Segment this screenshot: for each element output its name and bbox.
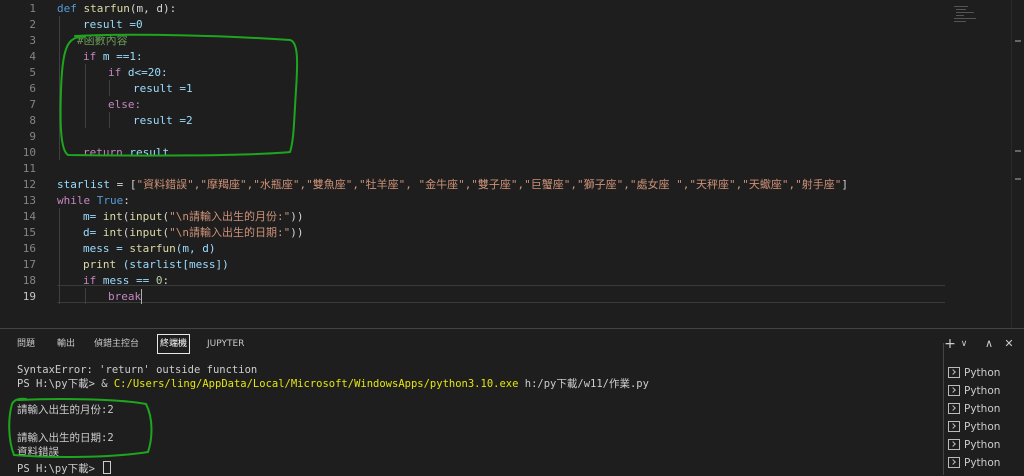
code-line-19: break <box>108 290 142 303</box>
bottom-panel: 問題 輸出 偵錯主控台 終端機 JUPYTER + ∨ ∧ ✕ SyntaxEr… <box>0 328 1024 475</box>
terminal-line: SyntaxError: 'return' outside function <box>17 364 258 376</box>
terminal-cursor <box>103 461 112 474</box>
scrollbar-marker <box>1015 150 1021 152</box>
terminal-instance[interactable]: Python <box>948 383 1000 399</box>
minimap-line <box>956 15 964 16</box>
code-area[interactable]: def starfun(m, d): result =0 #函數內容 if m … <box>57 0 944 328</box>
code-line-12: starlist = ["資料錯誤","摩羯座","水瓶座","雙魚座","牡羊… <box>57 178 849 191</box>
terminal-instance[interactable]: Python <box>948 401 1000 417</box>
minimap-line <box>954 6 968 7</box>
tab-terminal[interactable]: 終端機 <box>157 334 191 354</box>
minimap-line <box>954 18 976 19</box>
code-line-6: result =1 <box>133 82 193 95</box>
terminal-instance[interactable]: Python <box>948 365 1000 381</box>
terminal-instance[interactable]: Python <box>948 455 1000 471</box>
line-number-active: 19 <box>22 290 36 303</box>
terminal-line: 資料錯誤 <box>17 446 59 458</box>
code-line-10: return result <box>83 146 170 159</box>
code-line-8: result =2 <box>133 114 193 127</box>
terminal-icon <box>948 439 960 450</box>
terminal-icon <box>948 421 960 432</box>
editor-scrollbar[interactable] <box>1011 0 1024 328</box>
tab-output[interactable]: 輸出 <box>57 336 75 352</box>
scrollbar-marker <box>1015 40 1021 42</box>
terminal-icon <box>948 457 960 468</box>
line-number-gutter: 1 2 3 4 5 6 7 8 9 10 11 12 13 14 15 16 1… <box>0 0 44 328</box>
terminal-instance[interactable]: Python <box>948 419 1000 435</box>
text-caret <box>141 289 142 304</box>
tab-debug-console[interactable]: 偵錯主控台 <box>94 336 139 352</box>
minimap-line <box>954 21 966 22</box>
terminal-line: PS H:\py下載> & C:/Users/ling/AppData/Loca… <box>17 378 649 390</box>
terminal-instance-list: Python Python Python Python Python Pytho… <box>943 343 1024 475</box>
tab-problems[interactable]: 問題 <box>17 336 35 352</box>
minimap-line <box>956 9 966 10</box>
tab-jupyter[interactable]: JUPYTER <box>207 336 244 352</box>
terminal-instance[interactable]: Python <box>948 437 1000 453</box>
panel-tabs: 問題 輸出 偵錯主控台 終端機 JUPYTER <box>0 329 940 359</box>
terminal-icon <box>948 367 960 378</box>
terminal-icon <box>948 385 960 396</box>
code-editor[interactable]: 1 2 3 4 5 6 7 8 9 10 11 12 13 14 15 16 1… <box>0 0 1024 328</box>
terminal-prompt-line: PS H:\py下載> <box>17 461 112 475</box>
scrollbar-marker <box>1015 178 1021 180</box>
minimap-line <box>956 12 974 13</box>
terminal-line: 請輸入出生的月份:2 <box>17 404 114 416</box>
terminal-icon <box>948 403 960 414</box>
terminal-line: 請輸入出生的日期:2 <box>17 432 114 444</box>
